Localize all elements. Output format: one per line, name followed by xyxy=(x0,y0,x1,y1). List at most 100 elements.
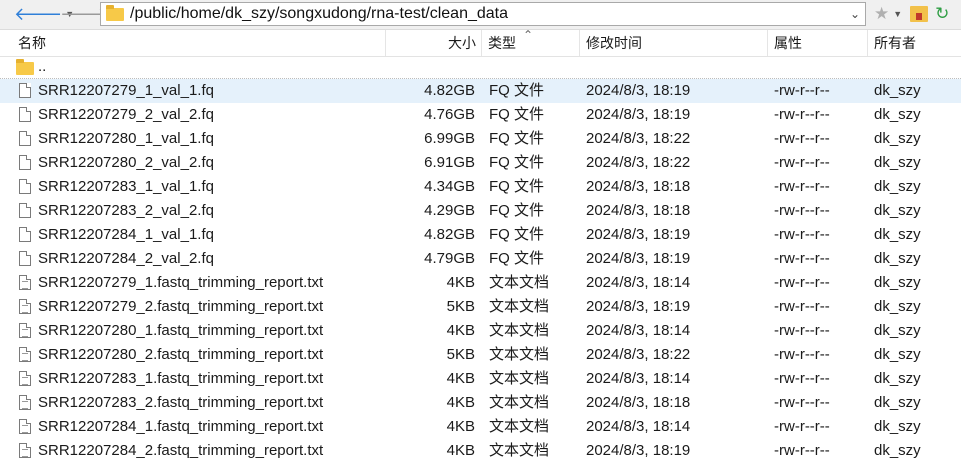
column-mtime-label: 修改时间 xyxy=(586,35,642,51)
file-owner: dk_szy xyxy=(874,178,921,195)
column-owner[interactable]: 所有者 xyxy=(868,30,961,56)
file-row[interactable]: SRR12207283_1_val_1.fq 4.34GB FQ 文件 2024/8/… xyxy=(0,175,961,199)
file-row[interactable]: SRR12207280_1.fastq_trimming_report.txt 4… xyxy=(0,319,961,343)
file-row[interactable]: SRR12207283_1.fastq_trimming_report.txt 4… xyxy=(0,367,961,391)
file-row[interactable]: SRR12207279_2.fastq_trimming_report.txt 5… xyxy=(0,295,961,319)
file-name: SRR12207279_2_val_2.fq xyxy=(38,106,214,123)
column-type[interactable]: 类型 ⌃ xyxy=(482,28,580,56)
text-file-icon xyxy=(19,323,31,338)
file-row[interactable]: SRR12207280_2.fastq_trimming_report.txt 5… xyxy=(0,343,961,367)
home-folder-icon[interactable] xyxy=(910,6,929,22)
file-permissions: -rw-r--r-- xyxy=(774,202,830,219)
text-file-icon xyxy=(19,371,31,386)
file-row[interactable]: SRR12207284_2.fastq_trimming_report.txt 4… xyxy=(0,439,961,463)
file-permissions: -rw-r--r-- xyxy=(774,298,830,315)
file-permissions: -rw-r--r-- xyxy=(774,418,830,435)
chevron-down-icon[interactable]: ▼ xyxy=(893,9,902,19)
file-name: SRR12207283_1.fastq_trimming_report.txt xyxy=(38,370,324,387)
path-text[interactable]: /public/home/dk_szy/songxudong/rna-test/… xyxy=(130,5,845,23)
column-perm[interactable]: 属性 xyxy=(768,30,868,56)
text-file-icon xyxy=(19,299,31,314)
column-mtime[interactable]: 修改时间 xyxy=(580,30,768,56)
file-owner: dk_szy xyxy=(874,154,921,171)
file-type: FQ 文件 xyxy=(489,130,544,147)
column-name[interactable]: 名称 xyxy=(0,30,386,56)
file-mtime: 2024/8/3, 18:14 xyxy=(586,274,691,291)
file-row[interactable]: SRR12207280_2_val_2.fq 6.91GB FQ 文件 2024/8/… xyxy=(0,151,961,175)
file-name: SRR12207283_1_val_1.fq xyxy=(38,178,214,195)
file-mtime: 2024/8/3, 18:19 xyxy=(586,226,691,243)
file-name: SRR12207280_1_val_1.fq xyxy=(38,130,214,147)
file-mtime: 2024/8/3, 18:19 xyxy=(586,298,691,315)
text-file-icon xyxy=(19,443,31,458)
file-owner: dk_szy xyxy=(874,418,921,435)
file-size: 4.79GB xyxy=(424,250,475,267)
file-mtime: 2024/8/3, 18:14 xyxy=(586,418,691,435)
file-mtime: 2024/8/3, 18:18 xyxy=(586,178,691,195)
file-row[interactable]: SRR12207284_1_val_1.fq 4.82GB FQ 文件 2024/8/… xyxy=(0,223,961,247)
file-size: 4KB xyxy=(446,442,475,459)
parent-directory-row[interactable]: .. xyxy=(0,57,961,79)
file-permissions: -rw-r--r-- xyxy=(774,442,830,459)
file-mtime: 2024/8/3, 18:19 xyxy=(586,82,691,99)
file-type: FQ 文件 xyxy=(489,202,544,219)
file-permissions: -rw-r--r-- xyxy=(774,154,830,171)
file-owner: dk_szy xyxy=(874,226,921,243)
file-icon xyxy=(19,227,31,242)
path-dropdown-button[interactable]: ⌄ xyxy=(845,7,865,21)
file-name: SRR12207283_2.fastq_trimming_report.txt xyxy=(38,394,324,411)
file-mtime: 2024/8/3, 18:14 xyxy=(586,322,691,339)
file-row[interactable]: SRR12207284_1.fastq_trimming_report.txt 4… xyxy=(0,415,961,439)
file-icon xyxy=(19,155,31,170)
file-name: SRR12207280_1.fastq_trimming_report.txt xyxy=(38,322,324,339)
file-row[interactable]: SRR12207279_2_val_2.fq 4.76GB FQ 文件 2024/8/… xyxy=(0,103,961,127)
file-type: FQ 文件 xyxy=(489,226,544,243)
file-permissions: -rw-r--r-- xyxy=(774,82,830,99)
file-permissions: -rw-r--r-- xyxy=(774,322,830,339)
bookmark-star-icon[interactable]: ★ xyxy=(874,4,889,24)
file-size: 5KB xyxy=(446,298,475,315)
file-type: 文本文档 xyxy=(489,274,550,291)
sort-ascending-icon: ⌃ xyxy=(523,28,534,42)
file-size: 4KB xyxy=(446,274,475,291)
column-name-label: 名称 xyxy=(18,35,46,51)
column-perm-label: 属性 xyxy=(774,35,802,51)
file-owner: dk_szy xyxy=(874,202,921,219)
file-row[interactable]: SRR12207284_2_val_2.fq 4.79GB FQ 文件 2024/8/… xyxy=(0,247,961,271)
file-row[interactable]: SRR12207279_1_val_1.fq 4.82GB FQ 文件 2024/8/… xyxy=(0,79,961,103)
file-owner: dk_szy xyxy=(874,394,921,411)
file-row[interactable]: SRR12207279_1.fastq_trimming_report.txt 4… xyxy=(0,271,961,295)
toolbar: 🡐 ▼ 🡒 ▼ /public/home/dk_szy/songxudong/r… xyxy=(0,0,961,30)
file-row[interactable]: SRR12207280_1_val_1.fq 6.99GB FQ 文件 2024/8/… xyxy=(0,127,961,151)
file-type: 文本文档 xyxy=(489,418,550,435)
file-type: 文本文档 xyxy=(489,370,550,387)
file-owner: dk_szy xyxy=(874,274,921,291)
refresh-icon[interactable]: ↻ xyxy=(935,4,949,24)
file-type: 文本文档 xyxy=(489,394,550,411)
file-type: 文本文档 xyxy=(489,442,550,459)
file-type: FQ 文件 xyxy=(489,178,544,195)
path-field[interactable]: /public/home/dk_szy/songxudong/rna-test/… xyxy=(100,2,866,26)
file-size: 4.34GB xyxy=(424,178,475,195)
file-size: 4.29GB xyxy=(424,202,475,219)
toolbar-right: ★ ▼ ↻ xyxy=(874,3,949,25)
text-file-icon xyxy=(19,419,31,434)
file-size: 4.76GB xyxy=(424,106,475,123)
file-name: SRR12207284_2_val_2.fq xyxy=(38,250,214,267)
column-size[interactable]: 大小 xyxy=(386,30,482,56)
file-name: SRR12207279_1_val_1.fq xyxy=(38,82,214,99)
file-owner: dk_szy xyxy=(874,130,921,147)
file-owner: dk_szy xyxy=(874,298,921,315)
file-permissions: -rw-r--r-- xyxy=(774,370,830,387)
file-mtime: 2024/8/3, 18:19 xyxy=(586,442,691,459)
folder-icon xyxy=(106,4,124,21)
file-row[interactable]: SRR12207283_2.fastq_trimming_report.txt 4… xyxy=(0,391,961,415)
file-row[interactable]: SRR12207283_2_val_2.fq 4.29GB FQ 文件 2024/8/… xyxy=(0,199,961,223)
file-list: .. SRR12207279_1_val_1.fq 4.82GB FQ 文件 2024… xyxy=(0,57,961,463)
parent-directory-label: .. xyxy=(38,58,47,75)
file-owner: dk_szy xyxy=(874,250,921,267)
file-type: FQ 文件 xyxy=(489,250,544,267)
column-size-label: 大小 xyxy=(448,35,476,51)
file-size: 4.82GB xyxy=(424,82,475,99)
file-permissions: -rw-r--r-- xyxy=(774,394,830,411)
